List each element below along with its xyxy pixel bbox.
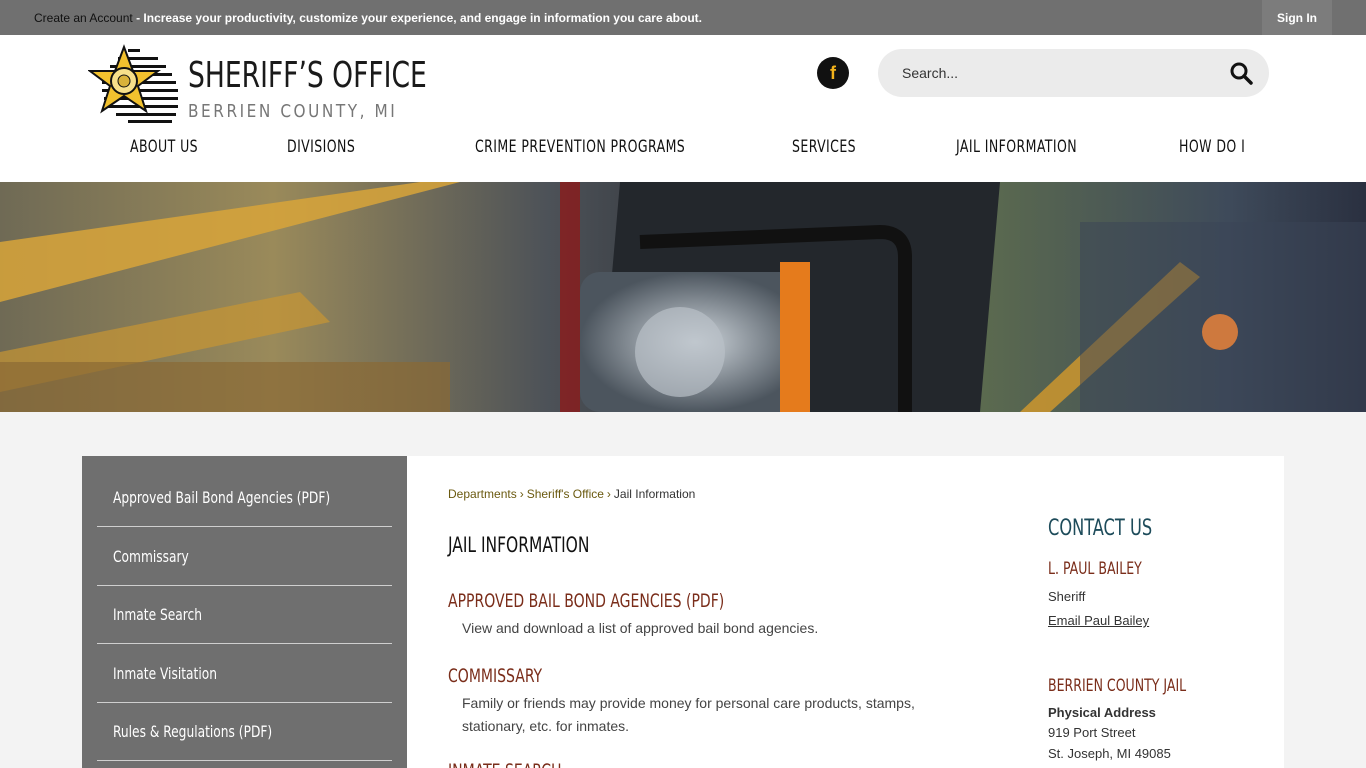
contact-person-name: L. PAUL BAILEY <box>1048 559 1142 579</box>
contact-email-link[interactable]: Email Paul Bailey <box>1048 613 1149 628</box>
main-content: Departments › Sheriff's Office › Jail Inform… <box>407 456 1284 768</box>
entry-title-commissary[interactable]: COMMISSARY <box>448 665 542 687</box>
hero-image <box>0 182 1366 412</box>
nav-about-us[interactable]: ABOUT US <box>130 137 198 157</box>
sheriff-badge-icon <box>88 44 178 123</box>
main-nav: ABOUT US DIVISIONS CRIME PREVENTION PROG… <box>0 137 1366 161</box>
sidebar-item-label: Rules & Regulations (PDF) <box>113 722 273 741</box>
nav-how-do-i[interactable]: HOW DO I <box>1179 137 1245 157</box>
breadcrumb-sheriffs-office[interactable]: Sheriff's Office <box>527 487 604 501</box>
search-icon[interactable] <box>1229 61 1253 85</box>
create-account-link[interactable]: Create an Account <box>34 11 133 25</box>
breadcrumb-departments[interactable]: Departments <box>448 487 517 501</box>
entry-desc-bail-bond: View and download a list of approved bai… <box>462 620 819 636</box>
top-bar: Create an Account - Increase your produc… <box>0 0 1366 35</box>
create-account-message: Create an Account - Increase your produc… <box>34 11 702 25</box>
nav-divisions[interactable]: DIVISIONS <box>287 137 355 157</box>
contact-city: St. Joseph, MI 49085 <box>1048 746 1171 761</box>
breadcrumb: Departments › Sheriff's Office › Jail Inform… <box>448 487 695 501</box>
hero-banner <box>0 182 1366 412</box>
contact-street: 919 Port Street <box>1048 725 1136 740</box>
breadcrumb-separator: › <box>606 487 611 501</box>
create-account-text: - Increase your productivity, customize … <box>132 11 702 25</box>
logo-title: SHERIFF’S OFFICE <box>188 55 427 96</box>
sidebar-item-inmate-search[interactable]: Inmate Search <box>97 586 392 644</box>
sidebar-item-label: Approved Bail Bond Agencies (PDF) <box>113 488 331 507</box>
entry-title-bail-bond[interactable]: APPROVED BAIL BOND AGENCIES (PDF) <box>448 590 724 612</box>
sidebar-item-label: Inmate Visitation <box>113 664 217 683</box>
page-title: JAIL INFORMATION <box>448 533 590 557</box>
contact-address-label: Physical Address <box>1048 705 1156 720</box>
sign-in-button[interactable]: Sign In <box>1262 0 1332 35</box>
contact-person-role: Sheriff <box>1048 589 1086 604</box>
contact-jail-name: BERRIEN COUNTY JAIL <box>1048 676 1187 696</box>
sidebar-item-rules[interactable]: Rules & Regulations (PDF) <box>97 703 392 761</box>
sidebar-item-label: Inmate Search <box>113 605 202 624</box>
facebook-icon[interactable]: f <box>817 57 849 89</box>
sidebar-item-commissary[interactable]: Commissary <box>97 528 392 586</box>
sidebar-item-label: Commissary <box>113 547 189 566</box>
search-bar <box>878 49 1269 97</box>
nav-services[interactable]: SERVICES <box>792 137 856 157</box>
entry-desc-commissary: Family or friends may provide money for … <box>462 695 915 734</box>
entry-title-inmate-search[interactable]: INMATE SEARCH <box>448 760 562 768</box>
breadcrumb-separator: › <box>519 487 524 501</box>
logo-subtitle: BERRIEN COUNTY, MI <box>188 101 398 122</box>
site-logo[interactable]: SHERIFF’S OFFICE BERRIEN COUNTY, MI <box>88 43 448 127</box>
sidebar-item-inmate-visitation[interactable]: Inmate Visitation <box>97 645 392 703</box>
header: SHERIFF’S OFFICE BERRIEN COUNTY, MI f AB… <box>0 35 1366 182</box>
sidebar-item-bail-bond[interactable]: Approved Bail Bond Agencies (PDF) <box>97 469 392 527</box>
nav-crime-prevention[interactable]: CRIME PREVENTION PROGRAMS <box>475 137 685 157</box>
sidebar: Approved Bail Bond Agencies (PDF) Commis… <box>82 456 407 768</box>
search-input[interactable] <box>902 49 1222 97</box>
nav-jail-information[interactable]: JAIL INFORMATION <box>956 137 1077 157</box>
contact-heading: CONTACT US <box>1048 516 1153 541</box>
breadcrumb-current: Jail Information <box>613 487 696 501</box>
